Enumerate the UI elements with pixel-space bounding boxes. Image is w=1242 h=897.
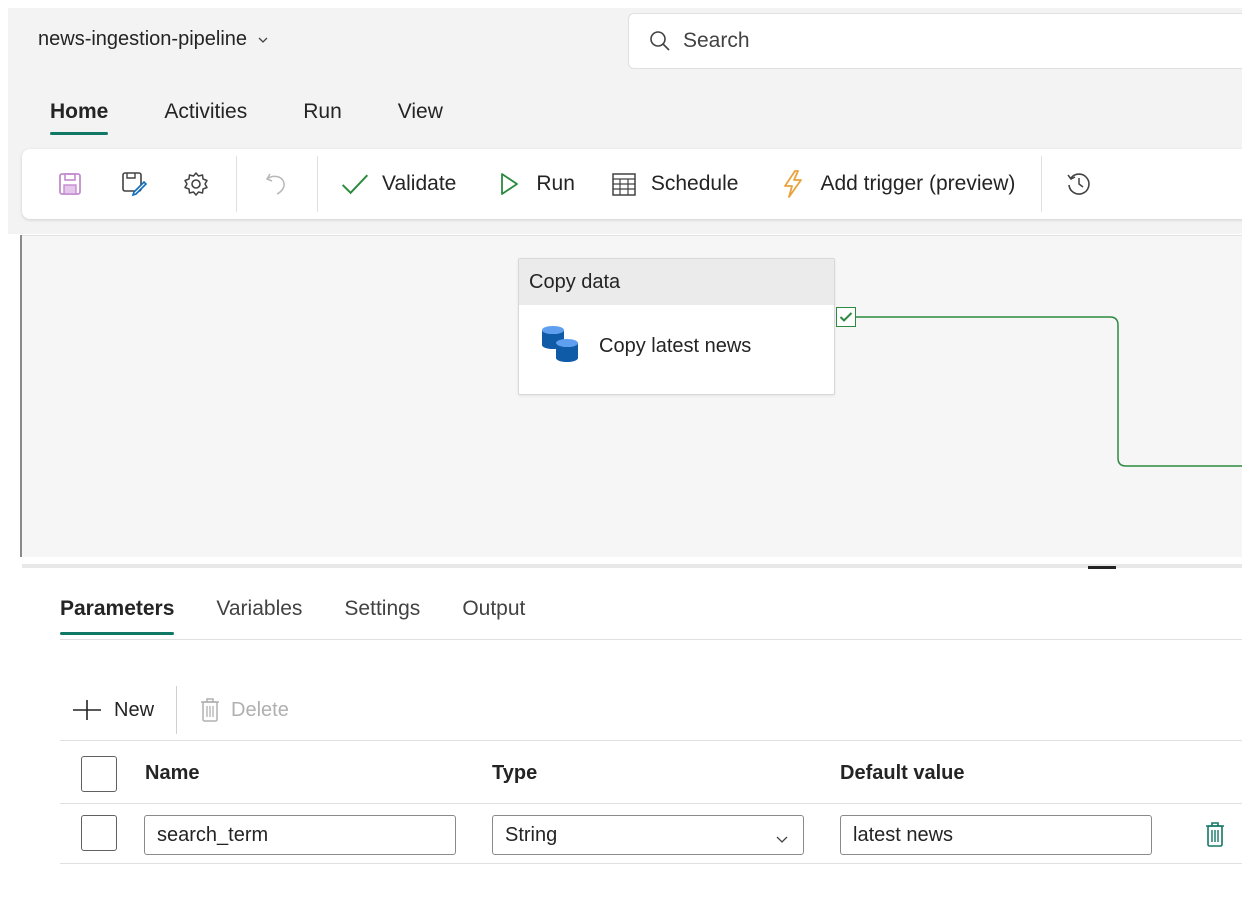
activity-type-label: Copy data — [519, 259, 834, 305]
table-border — [60, 803, 1242, 804]
activity-name: Copy latest news — [599, 334, 752, 357]
select-all-checkbox[interactable] — [81, 756, 117, 792]
plus-icon — [73, 700, 101, 720]
parameters-toolbar: New Delete — [70, 686, 289, 734]
parameter-name-input[interactable]: search_term — [144, 815, 456, 855]
tab-settings[interactable]: Settings — [344, 597, 420, 631]
tabs-divider — [60, 639, 1242, 640]
delete-row-button[interactable] — [1204, 820, 1226, 853]
column-header-type: Type — [492, 762, 538, 784]
chevron-down-icon — [776, 836, 788, 843]
new-parameter-button[interactable]: New — [70, 698, 154, 722]
table-border — [60, 740, 1242, 741]
column-header-name: Name — [145, 762, 200, 784]
checkmark-icon — [839, 312, 853, 322]
bottom-panel-tabs: Parameters Variables Settings Output — [60, 597, 567, 635]
table-border — [60, 863, 1242, 864]
tab-variables[interactable]: Variables — [216, 597, 302, 631]
column-header-default-value: Default value — [840, 762, 965, 784]
splitter-handle[interactable] — [1088, 566, 1116, 569]
row-checkbox[interactable] — [81, 815, 117, 851]
tab-parameters[interactable]: Parameters — [60, 597, 175, 635]
parameter-default-value-input[interactable]: latest news — [840, 815, 1152, 855]
panel-splitter[interactable] — [22, 564, 1242, 568]
tab-output[interactable]: Output — [462, 597, 525, 631]
new-label: New — [114, 698, 155, 721]
success-output-port[interactable] — [836, 307, 856, 327]
parameter-type-select[interactable]: String — [492, 815, 804, 855]
copy-data-icon — [539, 321, 583, 371]
parameter-type-value: String — [505, 824, 558, 846]
delete-label: Delete — [231, 698, 289, 721]
trash-icon — [1206, 822, 1224, 847]
delete-parameter-button[interactable]: Delete — [199, 697, 289, 723]
copy-data-activity[interactable]: Copy data Copy latest news — [518, 258, 835, 395]
trash-icon — [201, 698, 220, 722]
toolbar-divider — [176, 686, 178, 734]
